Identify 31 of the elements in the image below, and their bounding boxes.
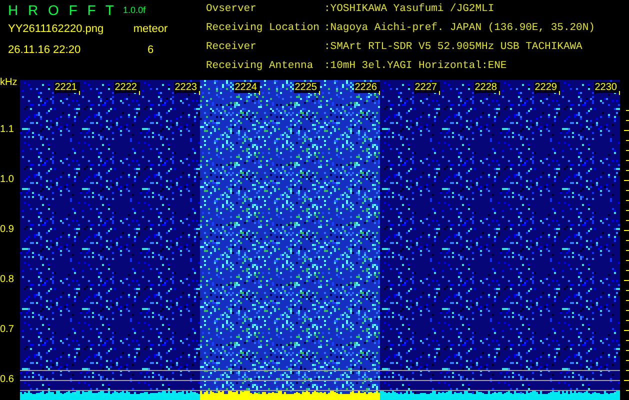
info-label: Receiving Antenna [206,61,314,74]
event-count: 6 [147,44,154,56]
axis-tick-label: 0.7 [0,325,14,335]
axis-unit-label: kHz [0,78,18,88]
axis-tick-label: 1.0 [0,175,14,185]
time-label: 2225 [294,82,320,93]
axis-tick-label: 0.8 [0,275,14,285]
info-value: :SMArt RTL-SDR V5 52.905MHz USB TACHIKAWA [324,42,584,55]
axis-tick-label: 0.6 [0,375,14,385]
time-label: 2230 [594,82,620,93]
time-label: 2227 [414,82,440,93]
time-label: 2222 [114,82,140,93]
app-name: H R O F F T [8,2,118,18]
time-label: 2224 [234,82,260,93]
version-label: 1.0.0f [123,5,147,15]
axis-tick-label: 0.9 [0,225,14,235]
info-value: :Nagoya Aichi-pref. JAPAN (136.90E, 35.20N) [324,23,595,36]
info-value: :10mH 3el.YAGI Horizontal:ENE [324,61,508,74]
info-label: Receiver [206,42,258,55]
time-label: 2226 [354,82,380,93]
axis-tick-label: 1.1 [0,125,14,135]
time-label: 2228 [474,82,500,93]
filename-label: YY2611162220.png [8,23,105,35]
info-value: :YOSHIKAWA Yasufumi /JG2MLI [324,4,496,17]
time-label: 2223 [174,82,200,93]
info-label: Ovserver [206,4,258,17]
event-type-label: meteor [133,23,168,35]
time-label: 2221 [54,82,80,93]
info-label: Receiving Location [206,23,320,36]
timestamp-label: 26.11.16 22:20 [8,44,82,56]
time-label: 2229 [534,82,560,93]
